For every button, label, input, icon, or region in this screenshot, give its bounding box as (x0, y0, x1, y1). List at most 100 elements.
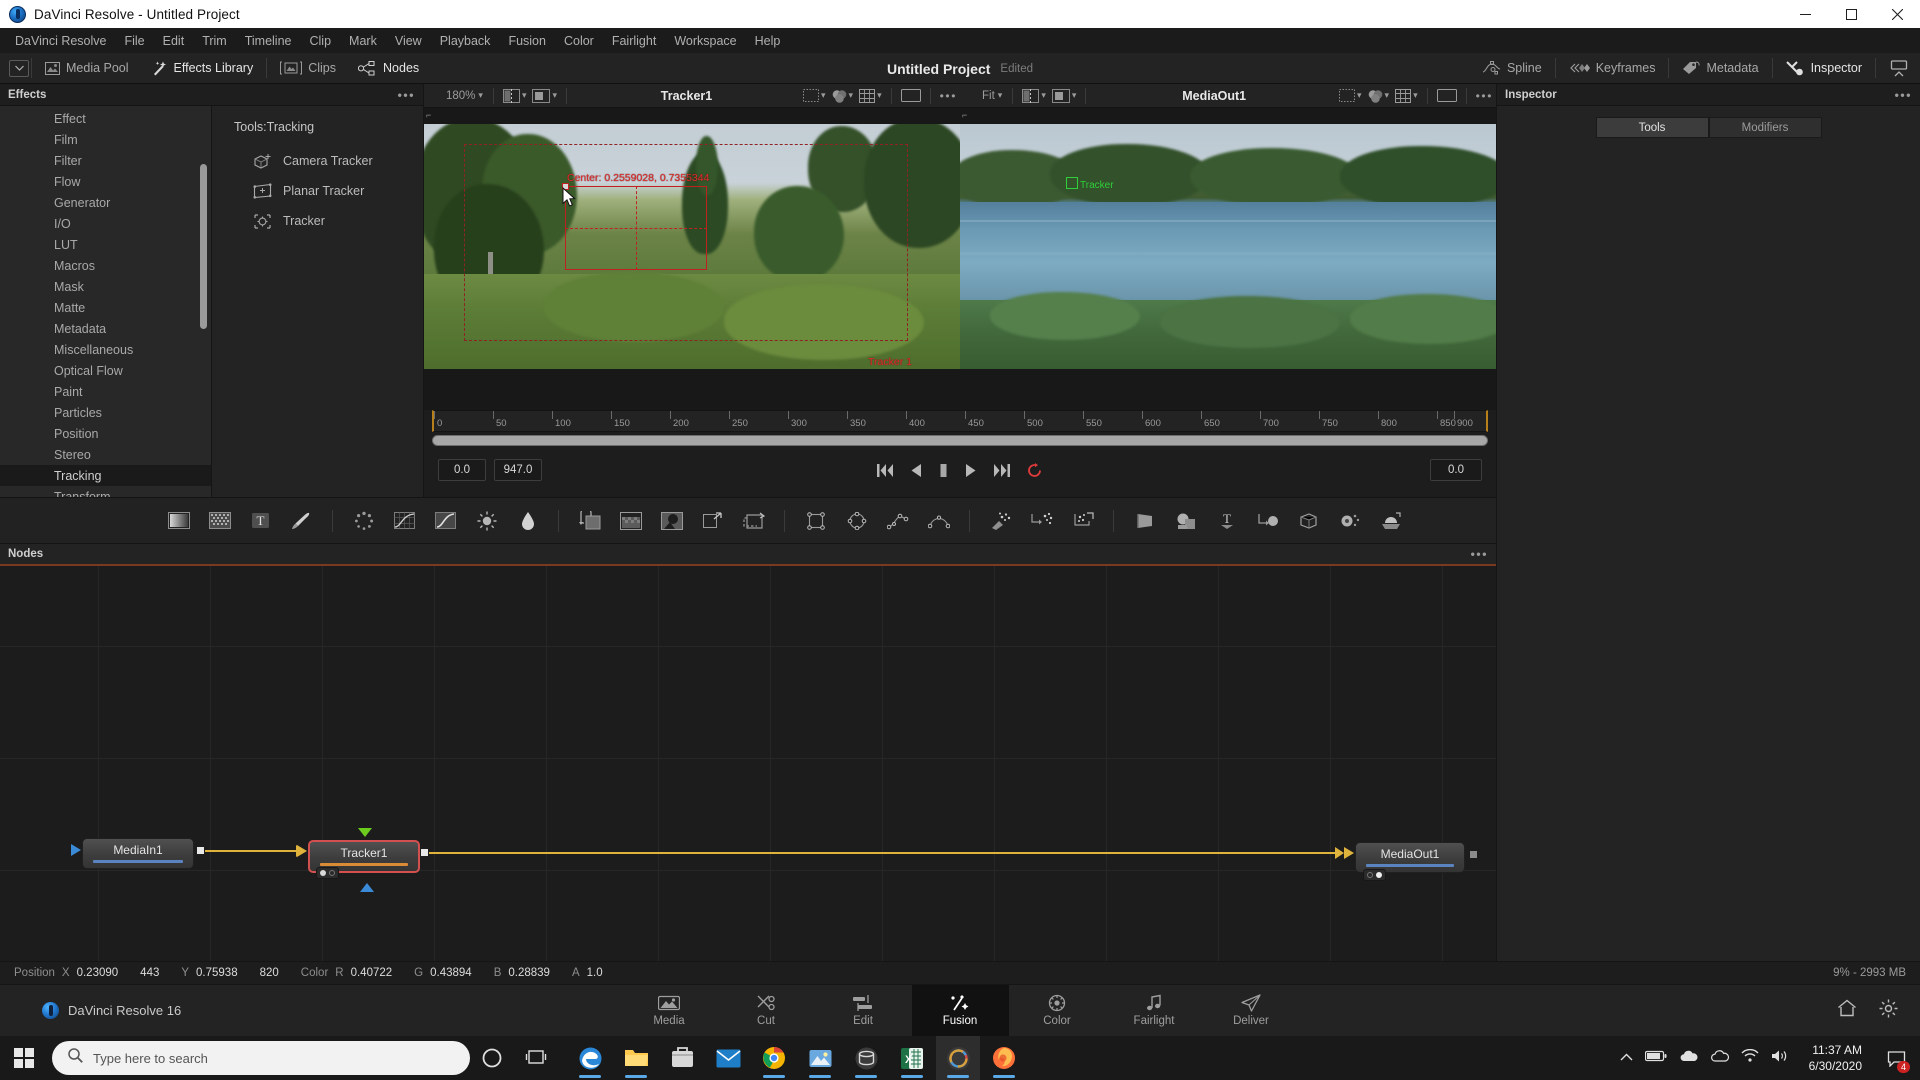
image-plane-3d-icon[interactable] (1130, 508, 1159, 534)
menu-edit[interactable]: Edit (154, 31, 194, 51)
media-pool-button[interactable]: Media Pool (34, 53, 140, 84)
menu-playback[interactable]: Playback (431, 31, 500, 51)
right-viewer-subview-button[interactable]: ▾ (1049, 88, 1080, 103)
effects-library-button[interactable]: Effects Library (140, 53, 265, 84)
clips-button[interactable]: Clips (269, 53, 347, 84)
lighting-3d-icon[interactable] (1376, 508, 1405, 534)
spline-button[interactable]: Spline (1471, 53, 1553, 84)
effects-tool-tracker[interactable]: Tracker (222, 206, 423, 236)
minimize-icon[interactable] (1782, 0, 1828, 28)
chevron-down-icon[interactable] (9, 59, 29, 77)
effects-category-flow[interactable]: Flow (0, 171, 211, 192)
node-tracker1-toggles[interactable] (316, 867, 339, 879)
node-mediaout1[interactable]: MediaOut1 (1344, 842, 1478, 881)
left-viewer-color-button[interactable]: ▾ (829, 89, 857, 103)
windows-start-icon[interactable] (0, 1036, 48, 1080)
page-tab-edit[interactable]: Edit (815, 985, 912, 1037)
menu-file[interactable]: File (115, 31, 153, 51)
cloud-icon[interactable] (1710, 1049, 1729, 1067)
tab-modifiers[interactable]: Modifiers (1708, 117, 1822, 138)
more-options-icon[interactable]: ••• (398, 88, 415, 102)
effects-list-scrollbar[interactable] (200, 164, 207, 329)
nodes-button[interactable]: Nodes (347, 53, 430, 84)
right-viewer[interactable]: ⌐ Tracker (960, 108, 1496, 410)
maximize-icon[interactable] (1828, 0, 1874, 28)
panel-layout-button[interactable] (1878, 53, 1920, 84)
left-viewer-region-button[interactable]: ▾ (800, 89, 829, 102)
merge-tool-icon[interactable] (575, 508, 604, 534)
brightness-contrast-icon[interactable] (472, 508, 501, 534)
show-hidden-icon[interactable] (1620, 1049, 1633, 1067)
effects-category-mask[interactable]: Mask (0, 276, 211, 297)
inspector-button[interactable]: Inspector (1775, 53, 1873, 84)
node-toggle-enable[interactable] (1376, 872, 1382, 878)
page-tab-fusion[interactable]: Fusion (911, 984, 1009, 1037)
colorspace-icon[interactable] (513, 508, 542, 534)
node-graph-canvas[interactable]: MediaIn1 Tracker1 MediaOut1 (0, 566, 1496, 961)
shape-3d-icon[interactable] (1171, 508, 1200, 534)
right-viewer-grid-button[interactable]: ▾ (1392, 88, 1421, 103)
ellipse-mask-icon[interactable] (842, 508, 871, 534)
menu-fairlight[interactable]: Fairlight (603, 31, 665, 51)
effects-category-optical-flow[interactable]: Optical Flow (0, 360, 211, 381)
node-output-port[interactable] (1469, 850, 1478, 859)
tab-tools[interactable]: Tools (1595, 117, 1709, 138)
text-3d-icon[interactable]: T (1212, 508, 1241, 534)
background-tool-icon[interactable] (616, 508, 645, 534)
keyframes-button[interactable]: Keyframes (1558, 53, 1667, 84)
effects-tool-camera-tracker[interactable]: Camera Tracker (222, 146, 423, 176)
right-viewer-split-button[interactable]: ▾ (1019, 88, 1049, 103)
polygon-mask-icon[interactable] (883, 508, 912, 534)
notifications-icon[interactable]: 4 (1882, 1036, 1910, 1080)
color-curves-icon[interactable] (390, 508, 419, 534)
menu-clip[interactable]: Clip (301, 31, 341, 51)
menu-davinci-resolve[interactable]: DaVinci Resolve (6, 31, 115, 51)
microsoft-store-icon[interactable] (660, 1036, 704, 1080)
menu-mark[interactable]: Mark (340, 31, 386, 51)
left-viewer-options-button[interactable]: ••• (937, 89, 960, 103)
effects-category-position[interactable]: Position (0, 423, 211, 444)
jump-to-start-button[interactable] (877, 463, 894, 477)
right-viewer-region-button[interactable]: ▾ (1336, 89, 1365, 102)
chrome-icon[interactable] (752, 1036, 796, 1080)
volume-icon[interactable] (1771, 1049, 1789, 1068)
node-toggle-lock[interactable] (320, 870, 326, 876)
timeline-ruler[interactable]: 0 50 100 150 200 250 300 350 400 450 500… (432, 410, 1488, 432)
menu-trim[interactable]: Trim (193, 31, 236, 51)
left-viewer-split-button[interactable]: ▾ (500, 88, 530, 103)
page-tab-color[interactable]: Color (1009, 985, 1106, 1037)
right-viewer-frame-button[interactable] (1434, 89, 1460, 102)
onedrive-icon[interactable] (1679, 1049, 1698, 1067)
photos-icon[interactable] (798, 1036, 842, 1080)
effects-category-particles[interactable]: Particles (0, 402, 211, 423)
effects-category-effect[interactable]: Effect (0, 108, 211, 129)
effects-category-film[interactable]: Film (0, 129, 211, 150)
bspline-mask-icon[interactable] (924, 508, 953, 534)
left-viewer-grid-button[interactable]: ▾ (856, 88, 885, 103)
menu-help[interactable]: Help (746, 31, 790, 51)
page-tab-fairlight[interactable]: Fairlight (1106, 985, 1203, 1037)
color-correct-icon[interactable] (431, 508, 460, 534)
matte-control-icon[interactable] (657, 508, 686, 534)
node-mediaout1-toggles[interactable] (1363, 869, 1386, 881)
effects-category-generator[interactable]: Generator (0, 192, 211, 213)
resize-tool-icon[interactable] (739, 508, 768, 534)
more-options-icon[interactable]: ••• (1895, 88, 1912, 102)
stop-button[interactable] (939, 463, 948, 477)
cortana-circle-icon[interactable] (470, 1036, 514, 1080)
file-explorer-icon[interactable] (614, 1036, 658, 1080)
node-toggle-disable[interactable] (329, 870, 335, 876)
task-view-icon[interactable] (514, 1036, 558, 1080)
effects-category-list[interactable]: Effect Film Filter Flow Generator I/O LU… (0, 106, 212, 497)
merge-3d-icon[interactable] (1253, 508, 1282, 534)
battery-icon[interactable] (1644, 1049, 1667, 1067)
left-viewer-subview-button[interactable]: ▾ (529, 88, 560, 103)
node-toggle-lock[interactable] (1367, 872, 1373, 878)
left-viewer-frame-button[interactable] (898, 89, 924, 102)
search-input[interactable]: Type here to search (52, 1041, 470, 1075)
effects-category-stereo[interactable]: Stereo (0, 444, 211, 465)
more-options-icon[interactable]: ••• (1471, 547, 1488, 561)
excel-icon[interactable]: X (890, 1036, 934, 1080)
particle-render-icon[interactable] (1027, 508, 1056, 534)
rectangle-mask-icon[interactable] (801, 508, 830, 534)
